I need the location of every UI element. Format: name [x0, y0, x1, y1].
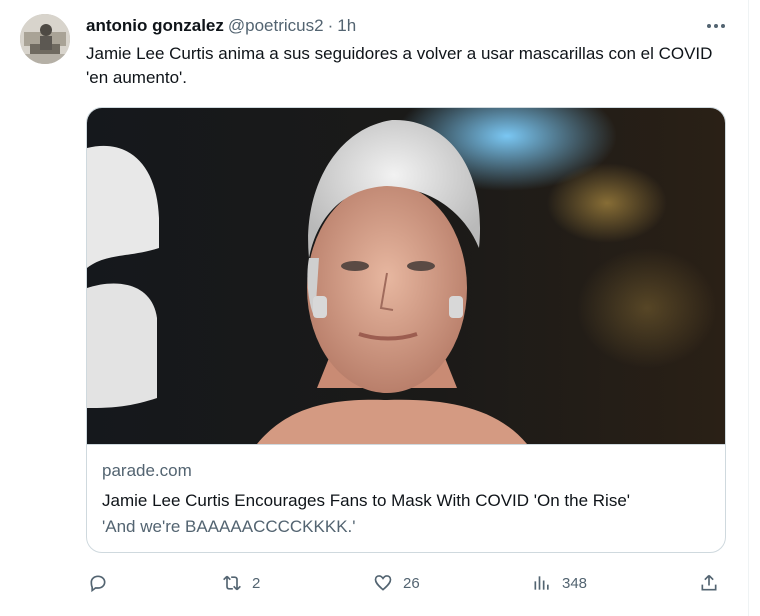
card-meta[interactable]: parade.com Jamie Lee Curtis Encourages F…	[87, 444, 725, 552]
share-icon	[699, 573, 719, 593]
share-button[interactable]	[699, 568, 719, 598]
author-name[interactable]: antonio gonzalez	[86, 16, 224, 36]
views-button[interactable]: 348	[532, 568, 587, 598]
separator: ·	[327, 16, 334, 35]
link-card[interactable]: parade.com Jamie Lee Curtis Encourages F…	[86, 107, 726, 553]
author-handle[interactable]: @poetricus2	[228, 16, 324, 36]
action-bar: 2 26 348	[86, 568, 726, 598]
reply-button[interactable]	[88, 568, 118, 598]
tweet-header: antonio gonzalez @poetricus2 · 1h	[86, 15, 356, 37]
like-button[interactable]: 26	[373, 568, 420, 598]
more-icon[interactable]	[703, 16, 729, 36]
card-title[interactable]: Jamie Lee Curtis Encourages Fans to Mask…	[102, 491, 630, 511]
retweet-button[interactable]: 2	[222, 568, 260, 598]
heart-icon	[373, 573, 393, 593]
like-count: 26	[403, 574, 420, 592]
tweet-text: Jamie Lee Curtis anima a sus seguidores …	[86, 44, 713, 87]
card-description: 'And we're BAAAAACCCCKKKK.'	[102, 517, 356, 536]
card-image[interactable]	[87, 108, 725, 444]
retweet-count: 2	[252, 574, 261, 592]
tweet[interactable]: antonio gonzalez @poetricus2 · 1h Jamie …	[0, 0, 749, 616]
views-count: 348	[562, 574, 588, 592]
timestamp[interactable]: 1h	[337, 16, 356, 36]
avatar-image	[20, 14, 70, 64]
views-icon	[532, 573, 552, 593]
retweet-icon	[222, 573, 242, 593]
avatar[interactable]	[20, 14, 70, 64]
card-domain: parade.com	[102, 461, 192, 480]
reply-icon	[88, 573, 108, 593]
